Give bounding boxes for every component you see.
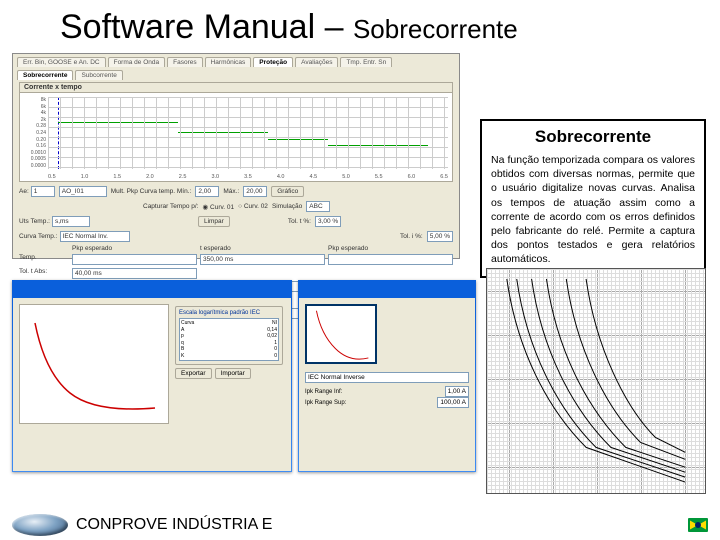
curve-dialog-window: Escala logarítmica padrão IEC CurvaNI A0… [12, 280, 292, 472]
ipk-inf-input[interactable]: 1,00 A [445, 386, 469, 397]
description-callout: Sobrecorrente Na função temporizada comp… [480, 119, 706, 278]
chart-x-axis: 0.51.0 1.52.0 2.53.0 3.54.0 4.55.0 5.56.… [48, 174, 448, 180]
param-table: CurvaNI A0,14 p0,02 q1 B0 K0 [179, 318, 279, 361]
tab-fasores[interactable]: Fasores [167, 57, 202, 67]
sub-tabs: Sobrecorrente Subcorrente [13, 67, 459, 80]
norm-select[interactable]: IEC Normal Inverse [305, 372, 469, 383]
brazil-flag-icon [688, 518, 708, 532]
tab-tmp[interactable]: Tmp. Entr. Sn [340, 57, 392, 67]
limpar-button[interactable]: Limpar [198, 216, 230, 227]
footer: CONPROVE INDÚSTRIA E [0, 514, 720, 536]
channel-select[interactable]: AO_I01 [59, 186, 107, 197]
chart-marker [58, 97, 59, 169]
curva-label: Curva Temp.: [19, 233, 58, 240]
sim-label: Simulação [272, 203, 302, 210]
page-title: Software Manual – Sobrecorrente [0, 0, 720, 53]
col-pkp: Pkp esperado [72, 245, 197, 252]
radio-curv01[interactable]: ◉ Curv. 01 [203, 203, 235, 211]
footer-brand-text: CONPROVE INDÚSTRIA E [76, 516, 272, 534]
params-header: Pkp esperado t esperado Pkp esperado [13, 244, 459, 253]
max-input[interactable]: 20,00 [243, 186, 267, 197]
toltabs-input[interactable]: 40,00 ms [72, 268, 197, 279]
temp-pkp2[interactable] [328, 254, 453, 265]
chart-y-axis: 8k6k 4k2k 0.280.24 0.200.16 0.00100.0005… [24, 97, 46, 169]
row-temp: Temp. 350,00 ms Tol. t Abs: 40,00 ms [13, 253, 459, 280]
capture-label: Capturar Tempo p/: [143, 203, 199, 210]
graph-thumbnail [305, 304, 377, 364]
callout-body: Na função temporizada compara os valores… [491, 153, 695, 266]
max-label: Máx.: [223, 188, 239, 195]
title-sub: Sobrecorrente [353, 14, 518, 44]
tolt-input[interactable]: 3,00 % [315, 216, 341, 227]
col-tesp: t esperado [200, 245, 325, 252]
tab-protecao[interactable]: Proteção [253, 57, 293, 67]
current-time-chart: Corrente x tempo 8k6k 4k2k 0.280.24 0.20… [19, 82, 453, 182]
ae-input[interactable]: 1 [31, 186, 55, 197]
exportar-button[interactable]: Exportar [175, 368, 212, 379]
conprove-logo-icon [12, 514, 68, 536]
col-pkp2: Pkp esperado [328, 245, 453, 252]
tab-err-bin[interactable]: Err. Bin, GOOSE e An. DC [17, 57, 106, 67]
ipk-sup-input[interactable]: 100,00 A [437, 397, 469, 408]
mult-label: Mult. Pkp Curva temp. Mín.: [111, 188, 192, 195]
uts-input[interactable]: s,ms [52, 216, 90, 227]
toli-input[interactable]: 5,00 % [427, 231, 453, 242]
uts-label: Uts Temp.: [19, 218, 50, 225]
tab-forma-onda[interactable]: Forma de Onda [108, 57, 166, 67]
main-app-window: Err. Bin, GOOSE e An. DC Forma de Onda F… [12, 53, 460, 259]
toli-label: Tol. i %: [400, 233, 423, 240]
title-main: Software Manual – [60, 8, 344, 46]
mult-min-input[interactable]: 2,00 [195, 186, 219, 197]
radio-curv02[interactable]: ○ Curv. 02 [238, 203, 268, 210]
tab-avaliacoes[interactable]: Avaliações [295, 57, 338, 67]
importar-button[interactable]: Importar [215, 368, 251, 379]
tolt-label: Tol. t %: [288, 218, 311, 225]
ae-label: Ae: [19, 188, 29, 195]
eq-title: Escala logarítmica padrão IEC [179, 310, 279, 316]
loglog-curve-chart [486, 268, 706, 494]
callout-title: Sobrecorrente [491, 127, 695, 147]
tab-harmonicas[interactable]: Harmônicas [205, 57, 252, 67]
chart-grid [48, 97, 448, 169]
grafico-button[interactable]: Gráfico [271, 186, 304, 197]
chart-title: Corrente x tempo [20, 83, 452, 93]
curva-select[interactable]: IEC Normal Inv. [60, 231, 130, 242]
sim-select[interactable]: ABC [306, 201, 330, 212]
curve-plot [19, 304, 169, 424]
temp-t[interactable]: 350,00 ms [200, 254, 325, 265]
top-tabs: Err. Bin, GOOSE e An. DC Forma de Onda F… [13, 54, 459, 67]
temp-pkp[interactable] [72, 254, 197, 265]
graph-dialog-window: IEC Normal Inverse Ipk Range Inf:1,00 A … [298, 280, 476, 472]
equation-group: Escala logarítmica padrão IEC CurvaNI A0… [175, 306, 283, 365]
subtab-sobrecorrente[interactable]: Sobrecorrente [17, 70, 73, 80]
subtab-subcorrente[interactable]: Subcorrente [75, 70, 122, 80]
